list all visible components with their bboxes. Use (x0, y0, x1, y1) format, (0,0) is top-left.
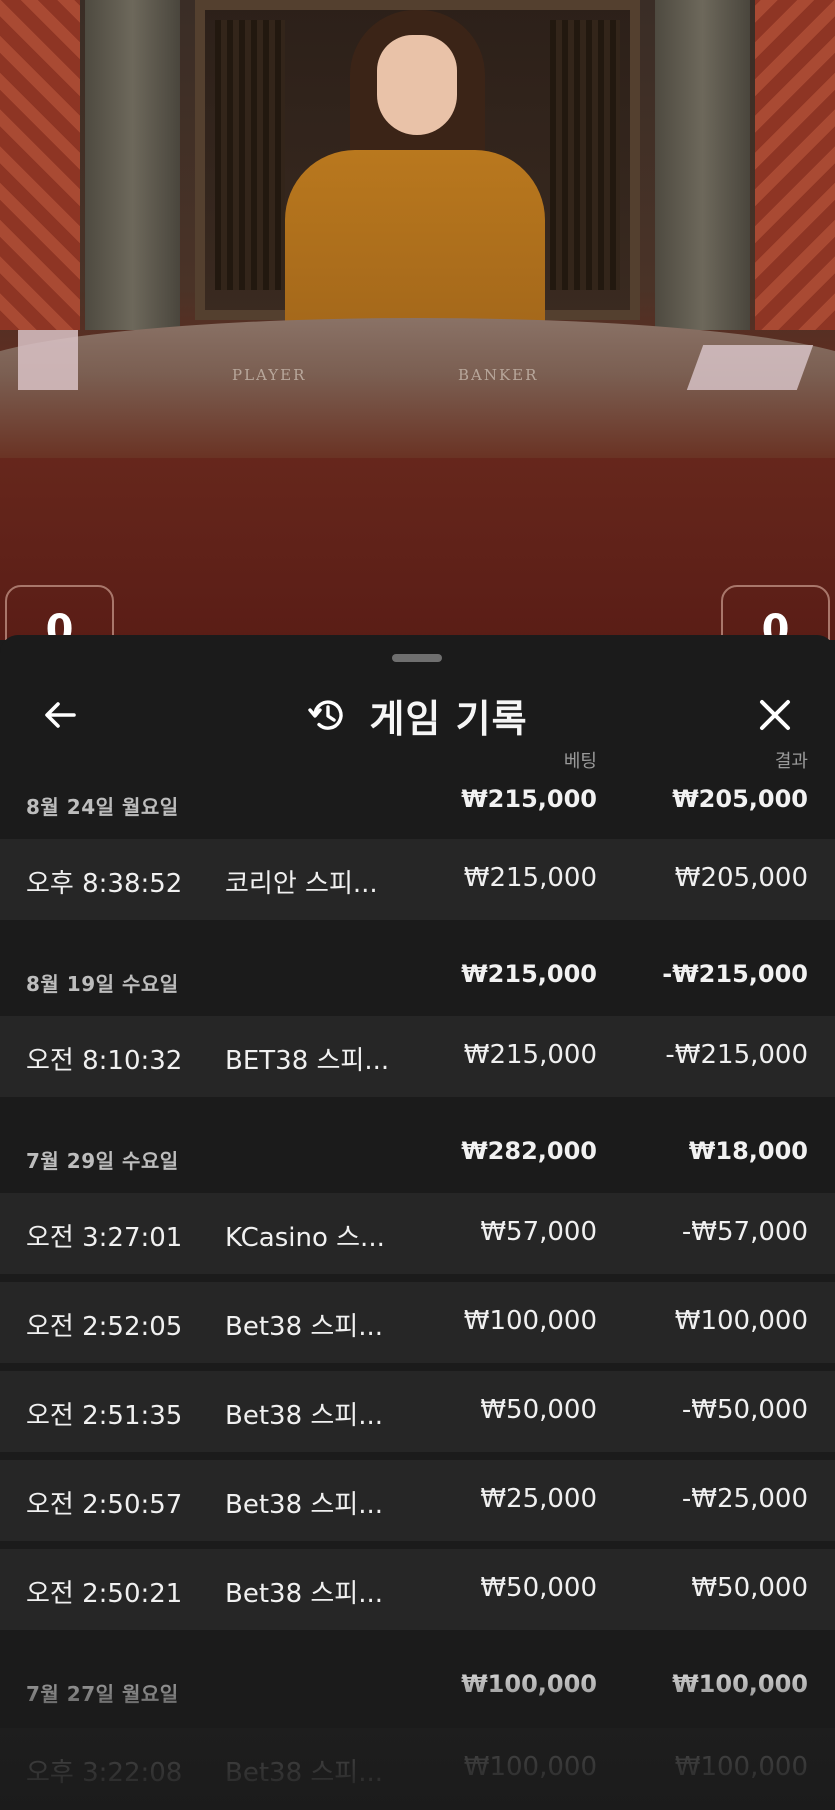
row-result: -₩50,000 (681, 1395, 808, 1425)
row-bet: ₩100,000 (463, 1752, 597, 1782)
row-time: 오전 2:51:35 (26, 1401, 183, 1431)
row-time: 오전 3:27:01 (26, 1223, 183, 1253)
day-date: 7월 29일 수요일 (26, 1149, 179, 1173)
row-time: 오전 2:50:57 (26, 1490, 183, 1520)
sheet-title: 게임 기록 (369, 696, 528, 741)
day-total-bet: ₩215,000 (461, 785, 597, 813)
row-result: ₩100,000 (674, 1752, 808, 1782)
day-total-bet: ₩215,000 (461, 960, 597, 988)
decor-wall-left (0, 0, 80, 330)
sheet-title-group: 게임 기록 (0, 675, 835, 755)
row-result: ₩50,000 (691, 1573, 808, 1603)
history-row[interactable]: 오전 2:52:05 Bet38 스피... ₩100,000 ₩100,000 (0, 1282, 835, 1363)
day-total-bet: ₩282,000 (461, 1137, 597, 1165)
history-row[interactable]: 오후 3:22:08 Bet38 스피... ₩100,000 ₩100,000 (0, 1728, 835, 1809)
row-result: ₩100,000 (674, 1306, 808, 1336)
row-result: -₩215,000 (665, 1040, 808, 1070)
close-icon (760, 700, 790, 730)
close-button[interactable] (745, 685, 805, 745)
day-summary: 7월 29일 수요일 ₩282,000 ₩18,000 (0, 1105, 835, 1193)
row-time: 오전 2:50:21 (26, 1579, 183, 1609)
row-bet: ₩100,000 (463, 1306, 597, 1336)
day-total-result: ₩205,000 (672, 785, 808, 813)
column-header-result: 결과 (774, 751, 808, 772)
player-table-label: PLAYER (232, 366, 307, 384)
sheet-header: 게임 기록 (0, 675, 835, 755)
row-bet: ₩25,000 (480, 1484, 597, 1514)
history-row[interactable]: 오전 8:10:32 BET38 스피... ₩215,000 -₩215,00… (0, 1016, 835, 1097)
day-total-result: ₩100,000 (672, 1670, 808, 1698)
row-time: 오후 8:38:52 (26, 869, 183, 899)
history-list[interactable]: 8월 24일 월요일 ₩215,000 ₩205,000 오후 8:38:52 … (0, 775, 835, 1810)
game-history-sheet: 게임 기록 베팅 결과 8월 24일 월요일 ₩215,000 ₩205,000… (0, 635, 835, 1810)
day-date: 8월 19일 수요일 (26, 972, 179, 996)
day-date: 8월 24일 월요일 (26, 795, 179, 819)
player-score-box: 0 (5, 585, 114, 640)
row-bet: ₩215,000 (463, 1040, 597, 1070)
day-total-result: -₩215,000 (662, 960, 808, 988)
row-game: Bet38 스피... (225, 1579, 384, 1609)
row-game: Bet38 스피... (225, 1758, 384, 1788)
row-game: KCasino 스... (225, 1223, 385, 1253)
card-shoe-left (18, 330, 78, 390)
row-game: 코리안 스피... (225, 869, 378, 899)
card-shoe-right (686, 345, 814, 390)
row-game: Bet38 스피... (225, 1490, 384, 1520)
banker-table-label: BANKER (458, 366, 539, 384)
day-date: 7월 27일 월요일 (26, 1682, 179, 1706)
row-time: 오후 3:22:08 (26, 1758, 183, 1788)
row-result: -₩25,000 (681, 1484, 808, 1514)
day-total-bet: ₩100,000 (461, 1670, 597, 1698)
decor-wall-right (755, 0, 835, 330)
row-result: ₩205,000 (674, 863, 808, 893)
day-summary: 8월 19일 수요일 ₩215,000 -₩215,000 (0, 928, 835, 1016)
pillar-right (655, 0, 750, 330)
row-time: 오전 2:52:05 (26, 1312, 183, 1342)
history-row[interactable]: 오전 2:50:57 Bet38 스피... ₩25,000 -₩25,000 (0, 1460, 835, 1541)
history-row[interactable]: 오전 3:27:01 KCasino 스... ₩57,000 -₩57,000 (0, 1193, 835, 1274)
row-game: Bet38 스피... (225, 1312, 384, 1342)
row-result: -₩57,000 (681, 1217, 808, 1247)
sheet-drag-handle[interactable] (392, 654, 442, 662)
row-bet: ₩50,000 (480, 1573, 597, 1603)
live-video-background: PLAYER BANKER 0 0 (0, 0, 835, 640)
banker-score-box: 0 (721, 585, 830, 640)
row-bet: ₩215,000 (463, 863, 597, 893)
history-row[interactable]: 오후 8:38:52 코리안 스피... ₩215,000 ₩205,000 (0, 839, 835, 920)
day-total-result: ₩18,000 (688, 1137, 808, 1165)
row-time: 오전 8:10:32 (26, 1046, 183, 1076)
history-icon (308, 700, 344, 730)
history-row[interactable]: 오전 2:50:21 Bet38 스피... ₩50,000 ₩50,000 (0, 1549, 835, 1630)
row-bet: ₩57,000 (480, 1217, 597, 1247)
column-header-bet: 베팅 (563, 751, 597, 772)
day-summary: 7월 27일 월요일 ₩100,000 ₩100,000 (0, 1638, 835, 1728)
row-game: BET38 스피... (225, 1046, 390, 1076)
row-bet: ₩50,000 (480, 1395, 597, 1425)
day-summary: 8월 24일 월요일 ₩215,000 ₩205,000 (0, 775, 835, 839)
row-game: Bet38 스피... (225, 1401, 384, 1431)
pillar-left (85, 0, 180, 330)
history-row[interactable]: 오전 2:51:35 Bet38 스피... ₩50,000 -₩50,000 (0, 1371, 835, 1452)
